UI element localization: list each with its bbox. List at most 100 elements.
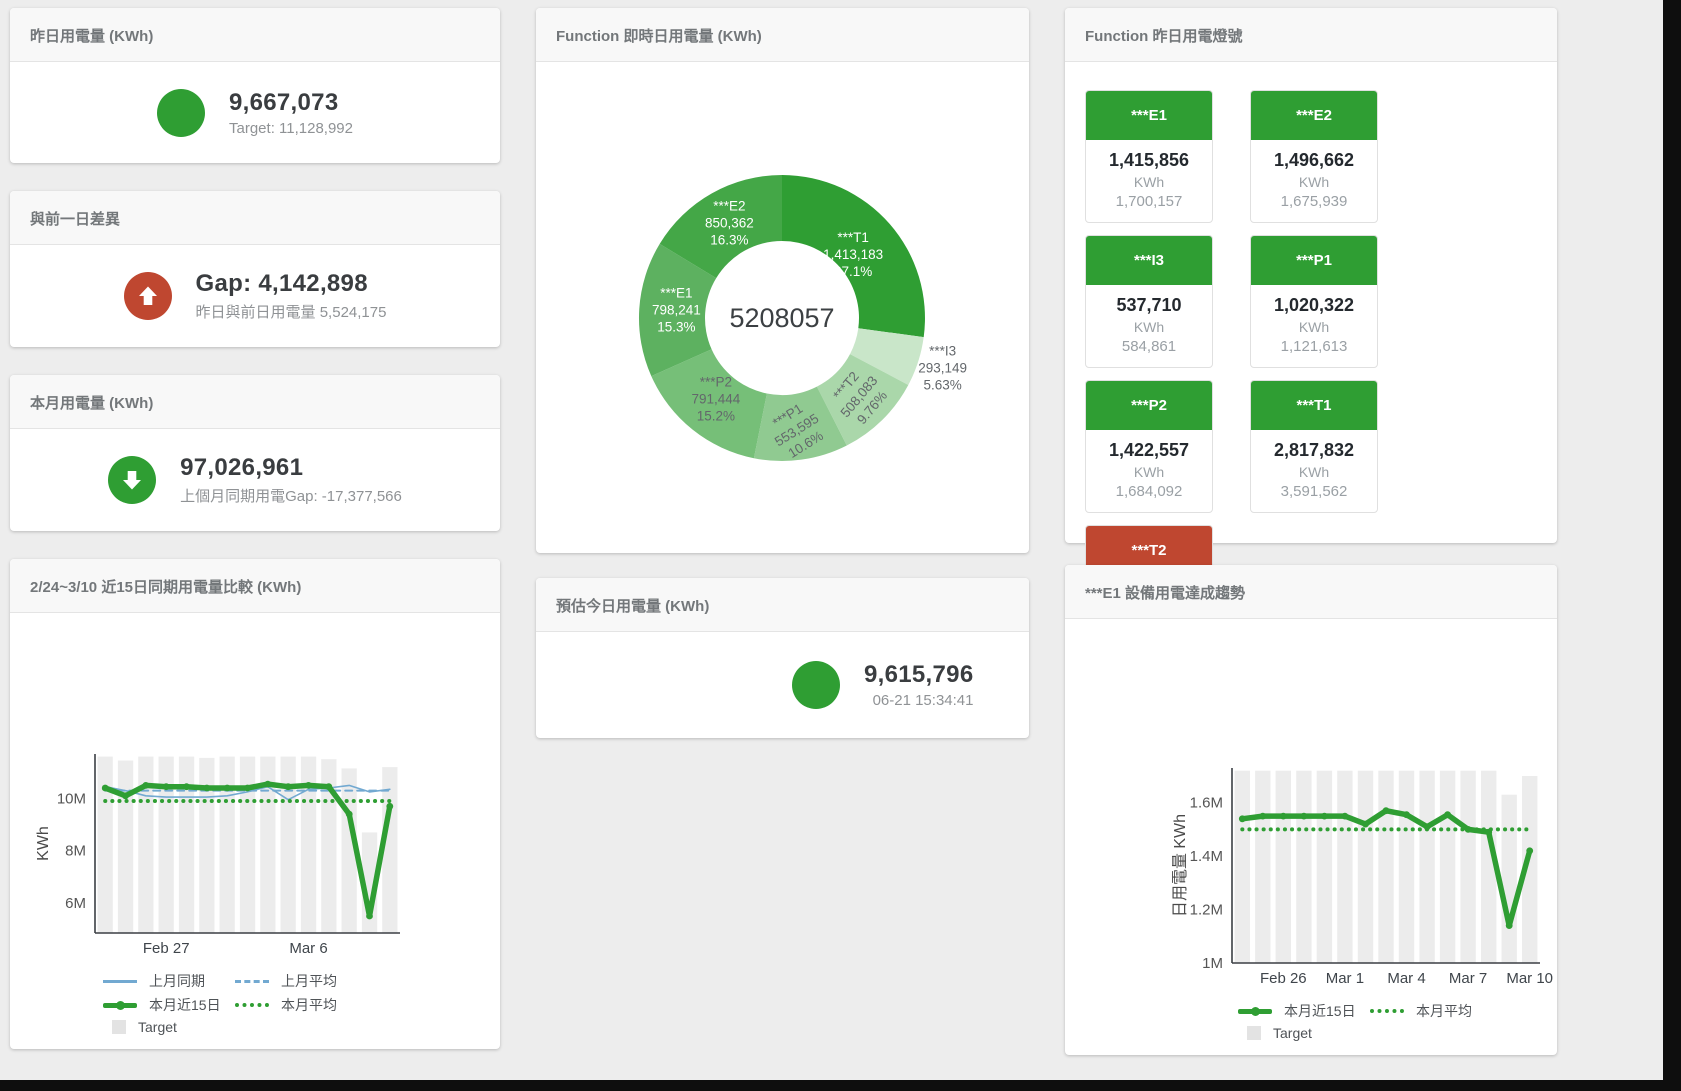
series-point	[224, 785, 231, 792]
series-point	[163, 783, 170, 790]
up-arrow-icon	[124, 272, 172, 320]
legend-label: 本月平均	[281, 995, 337, 1015]
legend-item-上月平均[interactable]: 上月平均	[235, 971, 367, 991]
tile-target: 1,684,092	[1090, 483, 1208, 500]
legend-label: 上月同期	[149, 971, 205, 991]
y-axis-label: 日用電量 KWh	[1172, 814, 1189, 917]
tile-unit: KWh	[1255, 174, 1373, 190]
legend-label: 上月平均	[281, 971, 337, 991]
y-tick: 1.4M	[1190, 848, 1223, 865]
legend-label: 本月近15日	[1284, 1001, 1356, 1021]
card-gap-prev-day: 與前一日差異 Gap: 4,142,898 昨日與前日用電量 5,524,175	[10, 191, 500, 347]
column-center: Function 即時日用電量 (KWh) ***T11,413,18327.1…	[536, 8, 1029, 1080]
series-point	[1526, 847, 1533, 854]
legend-marker	[1370, 1009, 1404, 1013]
tile-***I3: ***I3537,710KWh584,861	[1085, 235, 1213, 368]
kpi-text: 9,667,073 Target: 11,128,992	[229, 89, 353, 137]
compare-chart-title: 2/24~3/10 近15日同期用電量比較 (KWh)	[10, 559, 500, 613]
kpi-text: 97,026,961 上個月同期用電Gap: -17,377,566	[180, 454, 402, 506]
tile-target: 1,675,939	[1255, 193, 1373, 210]
tile-body: 1,415,856KWh1,700,157	[1086, 140, 1212, 222]
legend-marker	[1238, 1009, 1272, 1014]
gap-sub: 昨日與前日用電量 5,524,175	[196, 301, 387, 322]
tile-value: 2,817,832	[1255, 440, 1373, 461]
column-left: 昨日用電量 (KWh) 9,667,073 Target: 11,128,992…	[10, 8, 500, 1080]
tile-body: 537,710KWh584,861	[1086, 285, 1212, 367]
x-tick: Feb 26	[1260, 970, 1307, 987]
gap-value: Gap: 4,142,898	[196, 270, 387, 298]
legend-label: Target	[1273, 1025, 1312, 1041]
y-tick: 6M	[65, 895, 86, 912]
target-bar	[1460, 771, 1475, 963]
series-point	[142, 782, 149, 789]
y-tick: 1M	[1202, 955, 1223, 972]
card-yesterday-title: 昨日用電量 (KWh)	[10, 8, 500, 62]
legend-item-Target[interactable]: Target	[103, 1019, 235, 1035]
series-point	[1485, 829, 1492, 836]
target-bar	[179, 757, 194, 933]
series-point	[203, 785, 210, 792]
tile-***T1: ***T12,817,832KWh3,591,562	[1250, 380, 1378, 513]
target-bar	[1358, 771, 1373, 963]
series-point	[386, 803, 393, 810]
x-tick: Mar 4	[1387, 970, 1425, 987]
kpi-text: Gap: 4,142,898 昨日與前日用電量 5,524,175	[196, 270, 387, 322]
trend-chart: 1M1.2M1.4M1.6MFeb 26Mar 1Mar 4Mar 7Mar 1…	[1065, 619, 1557, 1055]
compare-plot: 6M8M10MFeb 27Mar 6KWh	[10, 750, 500, 959]
target-bar	[1378, 771, 1393, 963]
card-realtime-donut: Function 即時日用電量 (KWh) ***T11,413,18327.1…	[536, 8, 1029, 553]
card-gap-body: Gap: 4,142,898 昨日與前日用電量 5,524,175	[10, 245, 500, 347]
series-point	[1362, 821, 1369, 828]
tile-body: 1,422,557KWh1,684,092	[1086, 430, 1212, 512]
lights-title: Function 昨日用電燈號	[1065, 8, 1557, 62]
tile-body: 2,817,832KWh3,591,562	[1251, 430, 1377, 512]
legend-marker	[235, 1003, 269, 1007]
series-point	[244, 785, 251, 792]
lights-tile-grid: ***E11,415,856KWh1,700,157***E21,496,662…	[1065, 62, 1557, 543]
legend-marker	[103, 1003, 137, 1008]
donut-center-total: 5208057	[729, 303, 834, 333]
down-arrow-icon	[108, 456, 156, 504]
y-tick: 1.2M	[1190, 902, 1223, 919]
tile-body: 1,020,322KWh1,121,613	[1251, 285, 1377, 367]
legend-item-本月平均[interactable]: 本月平均	[1370, 1001, 1502, 1021]
card-month-title: 本月用電量 (KWh)	[10, 375, 500, 429]
legend-item-本月平均[interactable]: 本月平均	[235, 995, 367, 1015]
legend-item-本月近15日[interactable]: 本月近15日	[103, 995, 235, 1015]
series-point	[1280, 813, 1287, 820]
series-point	[183, 783, 190, 790]
month-usage-gap: 上個月同期用電Gap: -17,377,566	[180, 485, 402, 506]
target-bar	[1440, 771, 1455, 963]
target-bar	[1296, 771, 1311, 963]
x-tick: Mar 7	[1449, 970, 1487, 987]
series-point	[325, 783, 332, 790]
legend-marker	[235, 980, 269, 983]
series-point	[1424, 823, 1431, 830]
tile-label: ***E1	[1086, 91, 1212, 140]
legend-item-上月同期[interactable]: 上月同期	[103, 971, 235, 991]
series-point	[1383, 807, 1390, 814]
series-point	[102, 785, 109, 792]
tile-unit: KWh	[1090, 464, 1208, 480]
target-bar	[1276, 771, 1291, 963]
month-usage-value: 97,026,961	[180, 454, 402, 482]
tile-label: ***I3	[1086, 236, 1212, 285]
card-trend-chart: ***E1 設備用電達成趨勢 1M1.2M1.4M1.6MFeb 26Mar 1…	[1065, 565, 1557, 1055]
slice-label-***I3: ***I3293,1495.63%	[918, 344, 967, 393]
estimate-value: 9,615,796	[864, 661, 973, 689]
series-point	[1465, 826, 1472, 833]
series-point	[346, 811, 353, 818]
card-month-usage: 本月用電量 (KWh) 97,026,961 上個月同期用電Gap: -17,3…	[10, 375, 500, 531]
card-estimate-body: 9,615,796 06-21 15:34:41	[536, 632, 1029, 738]
legend-marker	[1247, 1026, 1261, 1040]
compare-legend: 上月同期 上月平均本月近15日 本月平均 Target	[10, 971, 500, 1035]
trend-legend: 本月近15日本月平均 Target	[1065, 1001, 1557, 1041]
tile-label: ***P2	[1086, 381, 1212, 430]
card-lights: Function 昨日用電燈號 ***E11,415,856KWh1,700,1…	[1065, 8, 1557, 543]
legend-item-本月近15日[interactable]: 本月近15日	[1238, 1001, 1370, 1021]
legend-item-Target[interactable]: Target	[1238, 1025, 1370, 1041]
tile-target: 1,121,613	[1255, 338, 1373, 355]
tile-value: 1,415,856	[1090, 150, 1208, 171]
series-point	[1321, 813, 1328, 820]
legend-label: 本月近15日	[149, 995, 221, 1015]
